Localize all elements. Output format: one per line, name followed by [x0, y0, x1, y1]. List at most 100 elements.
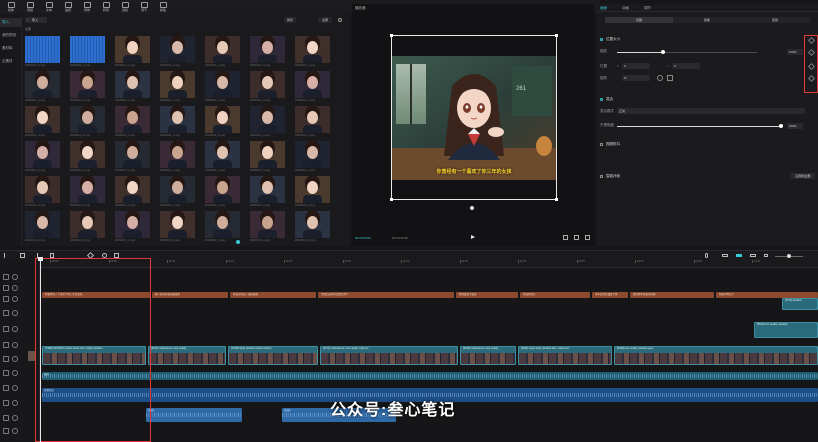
- toolbar-button[interactable]: 转场: [99, 2, 113, 13]
- preview-axis-icon[interactable]: [750, 254, 756, 257]
- cursor-icon[interactable]: [4, 253, 8, 258]
- media-thumbnail[interactable]: 20230401_xx.png: [115, 141, 150, 172]
- eye-icon[interactable]: [12, 285, 18, 291]
- lock-icon[interactable]: [3, 428, 9, 434]
- eye-icon[interactable]: [12, 356, 18, 362]
- eye-icon[interactable]: [12, 326, 18, 332]
- playhead-handle[interactable]: [38, 257, 43, 261]
- play-icon[interactable]: [471, 235, 475, 239]
- checkbox-icon[interactable]: [600, 143, 603, 146]
- lock-icon[interactable]: [3, 342, 9, 348]
- toolbar-button[interactable]: 滤镜: [118, 2, 132, 13]
- blend-mode-select[interactable]: 正常: [617, 108, 805, 114]
- video-clip[interactable]: [3721] detailed: [782, 298, 818, 310]
- media-thumbnail[interactable]: 20230401_xx.png: [295, 106, 330, 137]
- toolbar-button[interactable]: 音频: [23, 2, 37, 13]
- position-x-input[interactable]: 0: [622, 63, 650, 69]
- nav-item[interactable]: 云素材: [0, 57, 22, 66]
- toolbar-button[interactable]: 调节: [137, 2, 151, 13]
- zoom-out-icon[interactable]: [764, 254, 768, 257]
- media-thumbnail[interactable]: 20230401_xx.png: [160, 71, 195, 102]
- eye-icon[interactable]: [12, 415, 18, 421]
- toolbar-button[interactable]: 文本: [42, 2, 56, 13]
- inspector-tab[interactable]: 动画: [622, 5, 629, 11]
- eye-icon[interactable]: [12, 274, 18, 280]
- lock-icon[interactable]: [3, 370, 9, 376]
- section-check-icon[interactable]: [600, 98, 603, 101]
- media-thumbnail[interactable]: 20230401_xx.png: [295, 71, 330, 102]
- toolbar-button[interactable]: 模板: [156, 2, 170, 13]
- video-clip[interactable]: [0460] best quality, detailed eyes: [614, 346, 818, 365]
- audio-clip[interactable]: 音效1: [146, 408, 242, 422]
- toolbar-button[interactable]: 贴纸: [61, 2, 75, 13]
- media-thumbnail[interactable]: 20230401_xx.png: [115, 71, 150, 102]
- video-clip[interactable]: [7196] highly detailed school uniform: [228, 346, 318, 365]
- text-clip[interactable]: 你说过你会一直陪着她: [230, 292, 316, 298]
- media-thumbnail[interactable]: 20230401_xx.png: [205, 36, 240, 67]
- media-thumbnail[interactable]: 20230401_xx.png: [250, 71, 285, 102]
- lock-icon[interactable]: [3, 385, 9, 391]
- opacity-slider-knob[interactable]: [779, 124, 783, 128]
- media-thumbnail[interactable]: 20230401_xx.png: [70, 106, 105, 137]
- eye-icon[interactable]: [12, 296, 18, 302]
- media-thumbnail[interactable]: 20230401_xx.png: [295, 211, 330, 242]
- rotate-handle[interactable]: [470, 206, 474, 210]
- corner-handle[interactable]: [555, 34, 558, 37]
- media-thumbnail[interactable]: 20230401_xx.png: [295, 36, 330, 67]
- zoom-knob[interactable]: [787, 254, 791, 258]
- nav-item[interactable]: 我的预设: [0, 31, 22, 40]
- nav-item[interactable]: 素材库: [0, 44, 22, 53]
- nav-item[interactable]: 导入: [0, 18, 22, 27]
- eye-icon[interactable]: [12, 370, 18, 376]
- lock-icon[interactable]: [3, 415, 9, 421]
- media-thumbnail[interactable]: 20230401_xx.png: [160, 211, 195, 242]
- media-thumbnail[interactable]: 20230401_xx.png: [160, 176, 195, 207]
- media-thumbnail[interactable]: 20230401_xx.png: [70, 71, 105, 102]
- scale-slider-knob[interactable]: [661, 50, 665, 54]
- media-thumbnail[interactable]: 20230401_xx.png: [70, 36, 105, 67]
- text-clip[interactable]: 她哭着说了很多: [456, 292, 518, 298]
- inspector-subtab[interactable]: 基础: [605, 17, 673, 23]
- eye-icon[interactable]: [12, 310, 18, 316]
- text-clip[interactable]: 你没有回头: [520, 292, 590, 298]
- corner-handle[interactable]: [390, 198, 393, 201]
- add-to-track-icon[interactable]: [236, 240, 240, 244]
- fullscreen-icon[interactable]: [585, 235, 590, 240]
- checkbox-icon[interactable]: [600, 175, 603, 178]
- opacity-input[interactable]: 100%: [787, 123, 803, 129]
- undo-icon[interactable]: [20, 253, 25, 258]
- media-thumbnail[interactable]: 20230401_xx.png: [115, 176, 150, 207]
- scale-input[interactable]: 100%: [787, 49, 803, 55]
- media-thumbnail[interactable]: 20230401_xx.png: [25, 176, 60, 207]
- media-thumbnail[interactable]: 20230401_xx.png: [160, 36, 195, 67]
- position-y-input[interactable]: 0: [672, 63, 700, 69]
- media-thumbnail[interactable]: 20230401_xx.png: [250, 106, 285, 137]
- media-thumbnail[interactable]: 20230401_xx.png: [205, 71, 240, 102]
- media-thumbnail[interactable]: 20230401_xx.png: [295, 176, 330, 207]
- inspector-subtab[interactable]: 抠像: [673, 17, 741, 23]
- magnet-icon[interactable]: [736, 254, 742, 257]
- lock-icon[interactable]: [3, 274, 9, 280]
- inspector-tab[interactable]: 调节: [644, 5, 651, 11]
- rotate-input[interactable]: 0°: [622, 75, 650, 81]
- section-check-icon[interactable]: [600, 38, 603, 41]
- corner-handle[interactable]: [555, 198, 558, 201]
- text-clip[interactable]: 她已经不是当年的她: [630, 292, 714, 298]
- media-thumbnail[interactable]: 20230401_xx.png: [115, 106, 150, 137]
- lock-icon[interactable]: [3, 400, 9, 406]
- media-thumbnail[interactable]: 20230401_xx.png: [70, 176, 105, 207]
- media-thumbnail[interactable]: 20230401_xx.png: [70, 211, 105, 242]
- media-thumbnail[interactable]: 20230401_xx.png: [70, 141, 105, 172]
- video-clip[interactable]: [5524] best quality, detailed: [754, 322, 818, 338]
- lock-icon[interactable]: [3, 356, 9, 362]
- playhead[interactable]: [40, 258, 41, 442]
- eye-icon[interactable]: [12, 385, 18, 391]
- lock-icon[interactable]: [3, 285, 9, 291]
- media-thumbnail[interactable]: 20230401_xx.png: [115, 36, 150, 67]
- media-thumbnail[interactable]: 20230401_xx.png: [25, 71, 60, 102]
- eye-icon[interactable]: [12, 342, 18, 348]
- media-thumbnail[interactable]: 20230401_xx.png: [250, 36, 285, 67]
- media-thumbnail[interactable]: 20230401_xx.png: [160, 141, 195, 172]
- flip-icon[interactable]: [667, 75, 673, 81]
- eye-icon[interactable]: [12, 428, 18, 434]
